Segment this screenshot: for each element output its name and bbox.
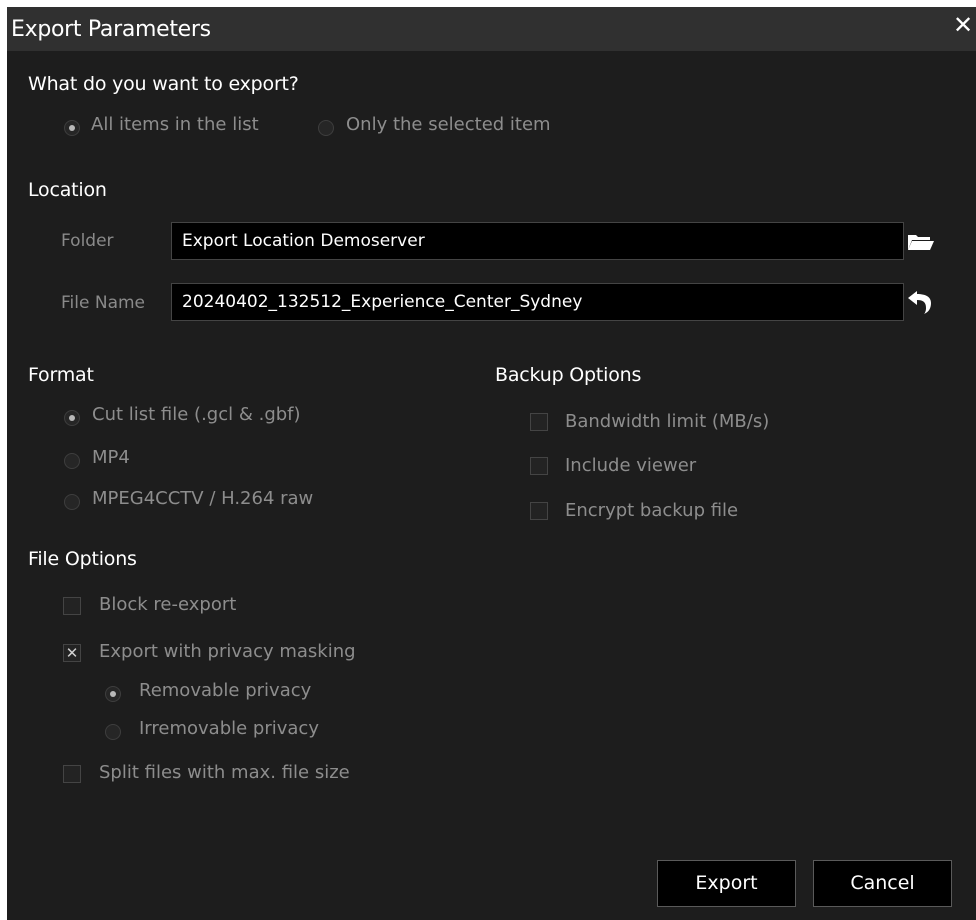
dialog-title: Export Parameters <box>11 17 211 42</box>
radio-selected-item-label[interactable]: Only the selected item <box>346 114 551 135</box>
radio-mpeg4cctv-label[interactable]: MPEG4CCTV / H.264 raw <box>92 488 313 509</box>
radio-removable-privacy-label[interactable]: Removable privacy <box>139 680 311 701</box>
backup-options-heading: Backup Options <box>495 364 642 386</box>
folder-field[interactable]: Export Location Demoserver <box>171 222 904 260</box>
checkbox-encrypt-backup-label[interactable]: Encrypt backup file <box>565 500 738 521</box>
radio-all-items[interactable] <box>64 120 80 136</box>
file-options-heading: File Options <box>28 548 137 570</box>
radio-all-items-label[interactable]: All items in the list <box>91 114 259 135</box>
checkbox-include-viewer-label[interactable]: Include viewer <box>565 455 696 476</box>
checkbox-privacy-masking[interactable]: ✕ <box>63 644 81 662</box>
checkbox-split-files-label[interactable]: Split files with max. file size <box>99 762 350 783</box>
folder-label: Folder <box>61 231 114 251</box>
cancel-button[interactable]: Cancel <box>813 860 952 907</box>
radio-mpeg4cctv[interactable] <box>64 494 80 510</box>
checkmark-x-icon: ✕ <box>65 644 79 662</box>
checkbox-block-reexport-label[interactable]: Block re-export <box>99 594 236 615</box>
checkbox-privacy-masking-label[interactable]: Export with privacy masking <box>99 641 356 662</box>
checkbox-encrypt-backup[interactable] <box>530 502 548 520</box>
radio-cut-list[interactable] <box>64 410 80 426</box>
radio-removable-privacy[interactable] <box>105 686 121 702</box>
radio-selected-item[interactable] <box>318 120 334 136</box>
location-heading: Location <box>28 179 107 201</box>
checkbox-bandwidth-limit[interactable] <box>530 413 548 431</box>
undo-icon[interactable] <box>903 286 937 318</box>
radio-mp4[interactable] <box>64 453 80 469</box>
checkbox-block-reexport[interactable] <box>63 597 81 615</box>
format-heading: Format <box>28 364 94 386</box>
title-bar: Export Parameters ✕ <box>7 7 976 51</box>
radio-mp4-label[interactable]: MP4 <box>92 447 130 468</box>
folder-open-icon[interactable] <box>903 225 937 257</box>
radio-irremovable-privacy[interactable] <box>105 724 121 740</box>
close-icon[interactable]: ✕ <box>952 13 974 39</box>
filename-label: File Name <box>61 293 146 313</box>
filename-field[interactable]: 20240402_132512_Experience_Center_Sydney <box>171 283 904 321</box>
radio-irremovable-privacy-label[interactable]: Irremovable privacy <box>139 718 319 739</box>
checkbox-bandwidth-limit-label[interactable]: Bandwidth limit (MB/s) <box>565 411 769 432</box>
export-button[interactable]: Export <box>657 860 796 907</box>
export-parameters-dialog: Export Parameters ✕ What do you want to … <box>7 7 976 920</box>
checkbox-split-files[interactable] <box>63 765 81 783</box>
checkbox-include-viewer[interactable] <box>530 457 548 475</box>
export-scope-heading: What do you want to export? <box>28 73 299 95</box>
radio-cut-list-label[interactable]: Cut list file (.gcl & .gbf) <box>92 404 301 425</box>
